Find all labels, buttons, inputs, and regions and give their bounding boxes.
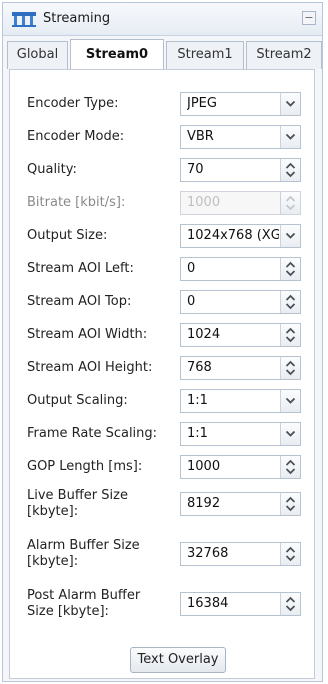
gop-length-spin-buttons[interactable] [280, 456, 300, 478]
aoi-width-value: 1024 [187, 327, 221, 342]
aoi-left-spin-buttons[interactable] [280, 258, 300, 280]
alarm-buffer-label-line2: [kbyte]: [27, 554, 79, 569]
gop-length-label: GOP Length [ms]: [27, 459, 143, 474]
panel-titlebar: Streaming − [3, 3, 322, 36]
chevron-down-icon [285, 100, 296, 107]
tab-global[interactable]: Global [7, 41, 68, 69]
gop-length-spinner[interactable]: 1000 [180, 455, 301, 479]
alarm-buffer-value: 32768 [187, 546, 229, 561]
aoi-left-label: Stream AOI Left: [27, 261, 134, 276]
post-alarm-buffer-spinner[interactable]: 16384 [180, 592, 301, 616]
aoi-left-value: 0 [187, 261, 196, 276]
post-alarm-buffer-label-line2: Size [kbyte]: [27, 604, 109, 619]
aoi-height-value: 768 [187, 360, 212, 375]
quality-spin-buttons[interactable] [280, 159, 300, 181]
aoi-left-spinner[interactable]: 0 [180, 257, 301, 281]
spin-updown-icon [285, 546, 296, 562]
aoi-top-label: Stream AOI Top: [27, 294, 132, 309]
encoder-type-label: Encoder Type: [27, 96, 119, 111]
output-scaling-dropdown-button[interactable] [280, 390, 300, 412]
encoder-type-select[interactable]: JPEG [180, 92, 301, 116]
output-size-label: Output Size: [27, 228, 108, 243]
aoi-width-spinner[interactable]: 1024 [180, 323, 301, 347]
quality-spinner[interactable]: 70 [180, 158, 301, 182]
output-scaling-select[interactable]: 1:1 [180, 389, 301, 413]
bitrate-spinner: 1000 [180, 191, 301, 215]
live-buffer-spin-buttons[interactable] [280, 493, 300, 515]
encoder-mode-label: Encoder Mode: [27, 129, 125, 144]
bitrate-value: 1000 [187, 195, 221, 210]
text-overlay-button[interactable]: Text Overlay [130, 647, 226, 673]
aoi-width-spin-buttons[interactable] [280, 324, 300, 346]
aoi-top-value: 0 [187, 294, 196, 309]
minimize-button[interactable]: − [302, 11, 316, 25]
spin-updown-icon [285, 162, 296, 178]
frame-rate-scaling-label: Frame Rate Scaling: [27, 426, 158, 441]
output-scaling-value: 1:1 [187, 393, 208, 408]
quality-value: 70 [187, 162, 204, 177]
post-alarm-buffer-label-line1: Post Alarm Buffer [27, 588, 141, 603]
streaming-panel: Streaming − Global Stream0 Stream1 Strea… [2, 2, 323, 682]
output-size-dropdown-button[interactable] [280, 225, 300, 247]
live-buffer-value: 8192 [187, 496, 221, 511]
output-size-select[interactable]: 1024x768 (XGA [180, 224, 301, 248]
spin-updown-icon [285, 261, 296, 277]
tab-stream2[interactable]: Stream2 [246, 41, 322, 69]
chevron-down-icon [285, 430, 296, 437]
quality-label: Quality: [27, 162, 77, 177]
frame-rate-scaling-select[interactable]: 1:1 [180, 422, 301, 446]
frame-rate-scaling-value: 1:1 [187, 426, 208, 441]
output-size-value: 1024x768 (XGA [187, 228, 279, 243]
aoi-top-spinner[interactable]: 0 [180, 290, 301, 314]
frame-rate-scaling-dropdown-button[interactable] [280, 423, 300, 445]
spin-updown-icon [285, 294, 296, 310]
alarm-buffer-label-line1: Alarm Buffer Size [27, 538, 140, 553]
live-buffer-label-line2: [kbyte]: [27, 504, 79, 519]
post-alarm-buffer-spin-buttons[interactable] [280, 593, 300, 615]
encoder-mode-select[interactable]: VBR [180, 125, 301, 149]
live-buffer-spinner[interactable]: 8192 [180, 492, 301, 516]
spin-updown-icon [285, 360, 296, 376]
alarm-buffer-spinner[interactable]: 32768 [180, 542, 301, 566]
chevron-down-icon [285, 133, 296, 140]
aoi-height-label: Stream AOI Height: [27, 360, 153, 375]
encoder-mode-value: VBR [187, 129, 214, 144]
aoi-width-label: Stream AOI Width: [27, 327, 148, 342]
aoi-top-spin-buttons[interactable] [280, 291, 300, 313]
spin-updown-icon [285, 195, 296, 211]
tab-stream1[interactable]: Stream1 [166, 41, 244, 69]
spin-updown-icon [285, 496, 296, 512]
aoi-height-spin-buttons[interactable] [280, 357, 300, 379]
bitrate-spin-buttons [280, 192, 300, 214]
encoder-mode-dropdown-button[interactable] [280, 126, 300, 148]
chevron-down-icon [285, 232, 296, 239]
spin-updown-icon [285, 596, 296, 612]
alarm-buffer-spin-buttons[interactable] [280, 543, 300, 565]
spin-updown-icon [285, 327, 296, 343]
panel-title: Streaming [43, 11, 111, 26]
live-buffer-label-line1: Live Buffer Size [27, 488, 128, 503]
aoi-height-spinner[interactable]: 768 [180, 356, 301, 380]
gop-length-value: 1000 [187, 459, 221, 474]
output-scaling-label: Output Scaling: [27, 393, 128, 408]
streaming-icon [12, 12, 36, 27]
tab-stream0[interactable]: Stream0 [70, 39, 164, 69]
encoder-type-value: JPEG [187, 96, 217, 111]
encoder-type-dropdown-button[interactable] [280, 93, 300, 115]
bitrate-label: Bitrate [kbit/s]: [27, 195, 126, 210]
spin-updown-icon [285, 459, 296, 475]
stream0-settings: Encoder Type: JPEG Encoder Mode: VBR Qua… [9, 69, 315, 679]
post-alarm-buffer-value: 16384 [187, 596, 229, 611]
chevron-down-icon [285, 397, 296, 404]
